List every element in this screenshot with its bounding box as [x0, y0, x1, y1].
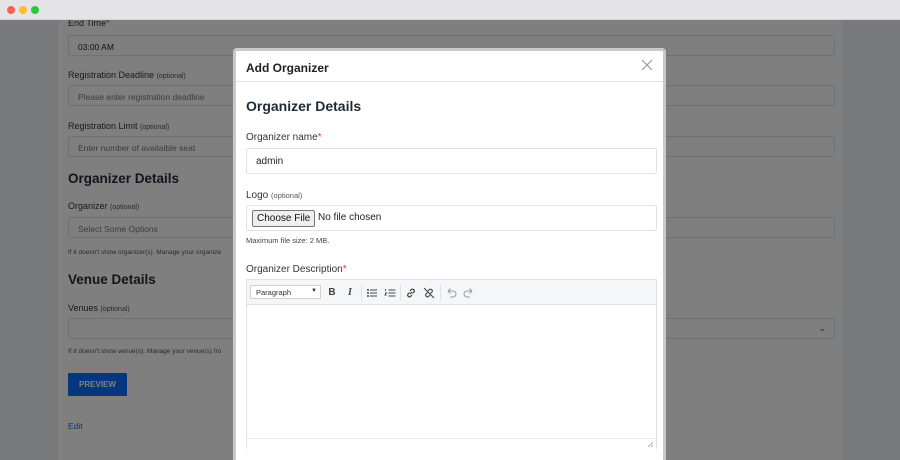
- organizer-name-label: Organizer name*: [246, 132, 322, 143]
- toolbar-divider: [400, 284, 401, 301]
- close-icon[interactable]: [641, 59, 653, 71]
- unlink-icon[interactable]: [421, 285, 437, 300]
- toolbar-divider: [361, 284, 362, 301]
- caret-down-icon: ▼: [311, 288, 317, 294]
- organizer-details-heading: Organizer Details: [246, 98, 362, 114]
- logo-file-input[interactable]: Choose File No file chosen: [246, 205, 657, 231]
- rich-text-editor: Paragraph ▼ B I: [246, 279, 657, 450]
- link-icon[interactable]: [403, 285, 419, 300]
- editor-toolbar: Paragraph ▼ B I: [247, 280, 656, 305]
- paragraph-format-label: Paragraph: [256, 288, 292, 297]
- browser-titlebar: [0, 0, 900, 20]
- modal-header: Add Organizer: [236, 51, 663, 82]
- resize-handle-icon[interactable]: [647, 441, 654, 448]
- logo-label: Logo (optional): [246, 190, 303, 201]
- bulleted-list-icon[interactable]: [364, 285, 380, 300]
- window-close-dot[interactable]: [7, 6, 15, 14]
- description-editor-area[interactable]: [247, 305, 656, 450]
- paragraph-format-select[interactable]: Paragraph ▼: [250, 285, 321, 299]
- bold-button[interactable]: B: [324, 285, 340, 300]
- organizer-description-label: Organizer Description*: [246, 264, 347, 275]
- organizer-name-input[interactable]: admin: [246, 148, 657, 174]
- redo-icon[interactable]: [461, 285, 477, 300]
- italic-button[interactable]: I: [342, 285, 358, 300]
- editor-statusbar: [247, 438, 656, 450]
- numbered-list-icon[interactable]: [382, 285, 398, 300]
- window-maximize-dot[interactable]: [31, 6, 39, 14]
- choose-file-button[interactable]: Choose File: [252, 210, 316, 227]
- undo-icon[interactable]: [443, 285, 459, 300]
- logo-help-text: Maximum file size: 2 MB.: [246, 236, 330, 245]
- add-organizer-modal: Add Organizer Organizer Details Organize…: [233, 48, 666, 460]
- modal-title: Add Organizer: [246, 61, 329, 75]
- window-minimize-dot[interactable]: [19, 6, 27, 14]
- toolbar-divider: [440, 284, 441, 301]
- file-status-text: No file chosen: [318, 212, 382, 223]
